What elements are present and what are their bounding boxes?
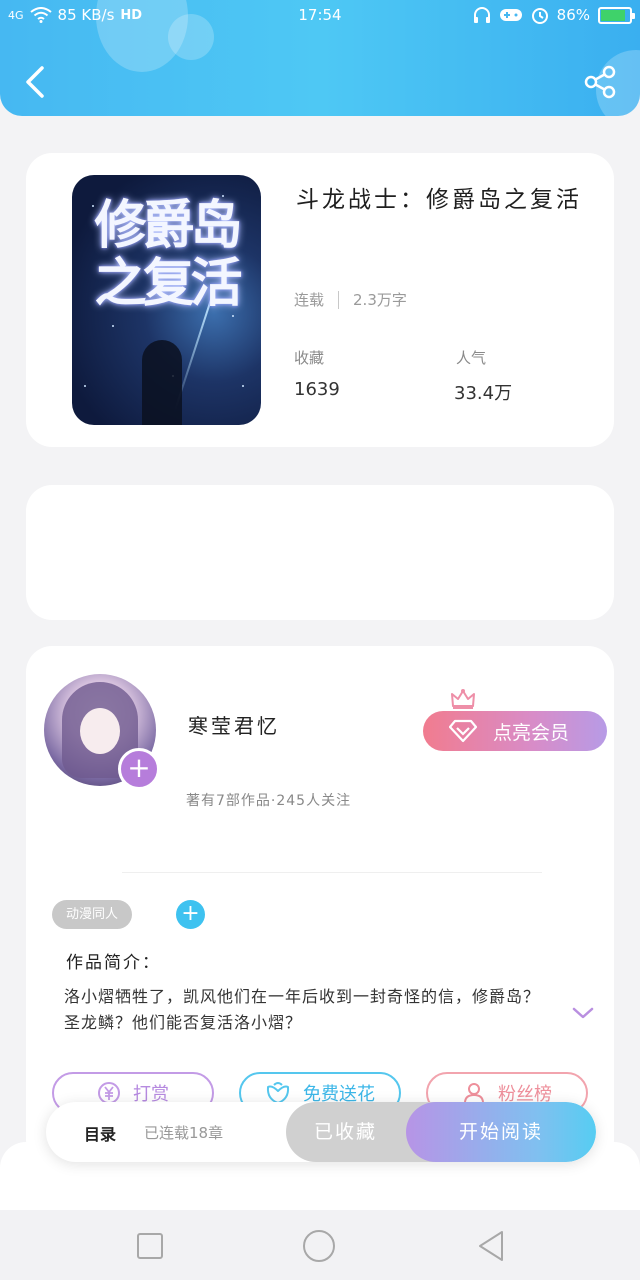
plus-icon: + (127, 751, 151, 784)
plus-icon: + (181, 901, 200, 926)
circle-icon[interactable] (301, 1228, 337, 1264)
gamepad-icon (499, 9, 522, 21)
headphones-icon (473, 7, 490, 23)
status-bar: 4G 85 KB/s HD 17:54 86% (0, 0, 640, 32)
vip-button[interactable]: 点亮会员 (423, 711, 607, 751)
intro-heading: 作品简介： (66, 953, 161, 973)
crown-icon (451, 689, 475, 709)
battery-percent: 86% (556, 6, 590, 24)
alarm-icon (531, 8, 548, 24)
header-bar: 4G 85 KB/s HD 17:54 86% (0, 0, 640, 116)
share-button[interactable] (582, 64, 618, 100)
add-tag-button[interactable]: + (176, 900, 205, 929)
reading-action-bar: 目录 已连载18章 已收藏 开始阅读 (46, 1102, 596, 1162)
system-nav-bar (0, 1210, 640, 1280)
battery-icon (598, 6, 635, 24)
book-info-card: 修爵岛之复活 斗龙战士：修爵岛之复活 连载 2.3万字 收藏 1639 人气 3… (26, 153, 614, 447)
intro-text: 洛小熠牺牲了，凯风他们在一年后收到一封奇怪的信，修爵岛？圣龙鳞？他们能否复活洛小… (64, 987, 541, 1032)
serial-status: 连载 (294, 291, 325, 309)
back-button[interactable] (20, 62, 52, 102)
divider (122, 872, 542, 873)
vip-label: 点亮会员 (493, 721, 570, 744)
diamond-icon (449, 719, 477, 743)
book-cover[interactable]: 修爵岛之复活 (72, 175, 261, 425)
placeholder-card (26, 485, 614, 620)
favorites-count: 1639 (294, 379, 340, 400)
start-reading-button[interactable]: 开始阅读 (406, 1102, 596, 1162)
chapter-count: 已连载18章 (144, 1124, 224, 1142)
popularity-count: 33.4万 (454, 383, 513, 404)
genre-tag[interactable]: 动漫同人 (52, 900, 133, 929)
square-icon[interactable] (132, 1228, 168, 1264)
triangle-back-icon[interactable] (474, 1228, 510, 1264)
author-card: + 寒莹君忆 著有7部作品·245人关注 点亮会员 动漫同人 + 作品简介： 洛… (26, 646, 614, 1166)
book-title: 斗龙战士：修爵岛之复活 (296, 187, 582, 213)
favorites-label: 收藏 (294, 349, 325, 367)
word-count: 2.3万字 (353, 291, 407, 309)
chevron-down-icon[interactable] (572, 1006, 594, 1020)
author-stats: 著有7部作品·245人关注 (186, 793, 352, 809)
meta-divider (338, 290, 340, 309)
follow-author-button[interactable]: + (118, 748, 160, 790)
toc-label: 目录 (84, 1125, 117, 1144)
cover-title: 修爵岛之复活 (94, 195, 242, 314)
author-name[interactable]: 寒莹君忆 (188, 710, 280, 739)
book-meta: 连载 2.3万字 (294, 289, 407, 310)
popularity-label: 人气 (456, 349, 487, 367)
